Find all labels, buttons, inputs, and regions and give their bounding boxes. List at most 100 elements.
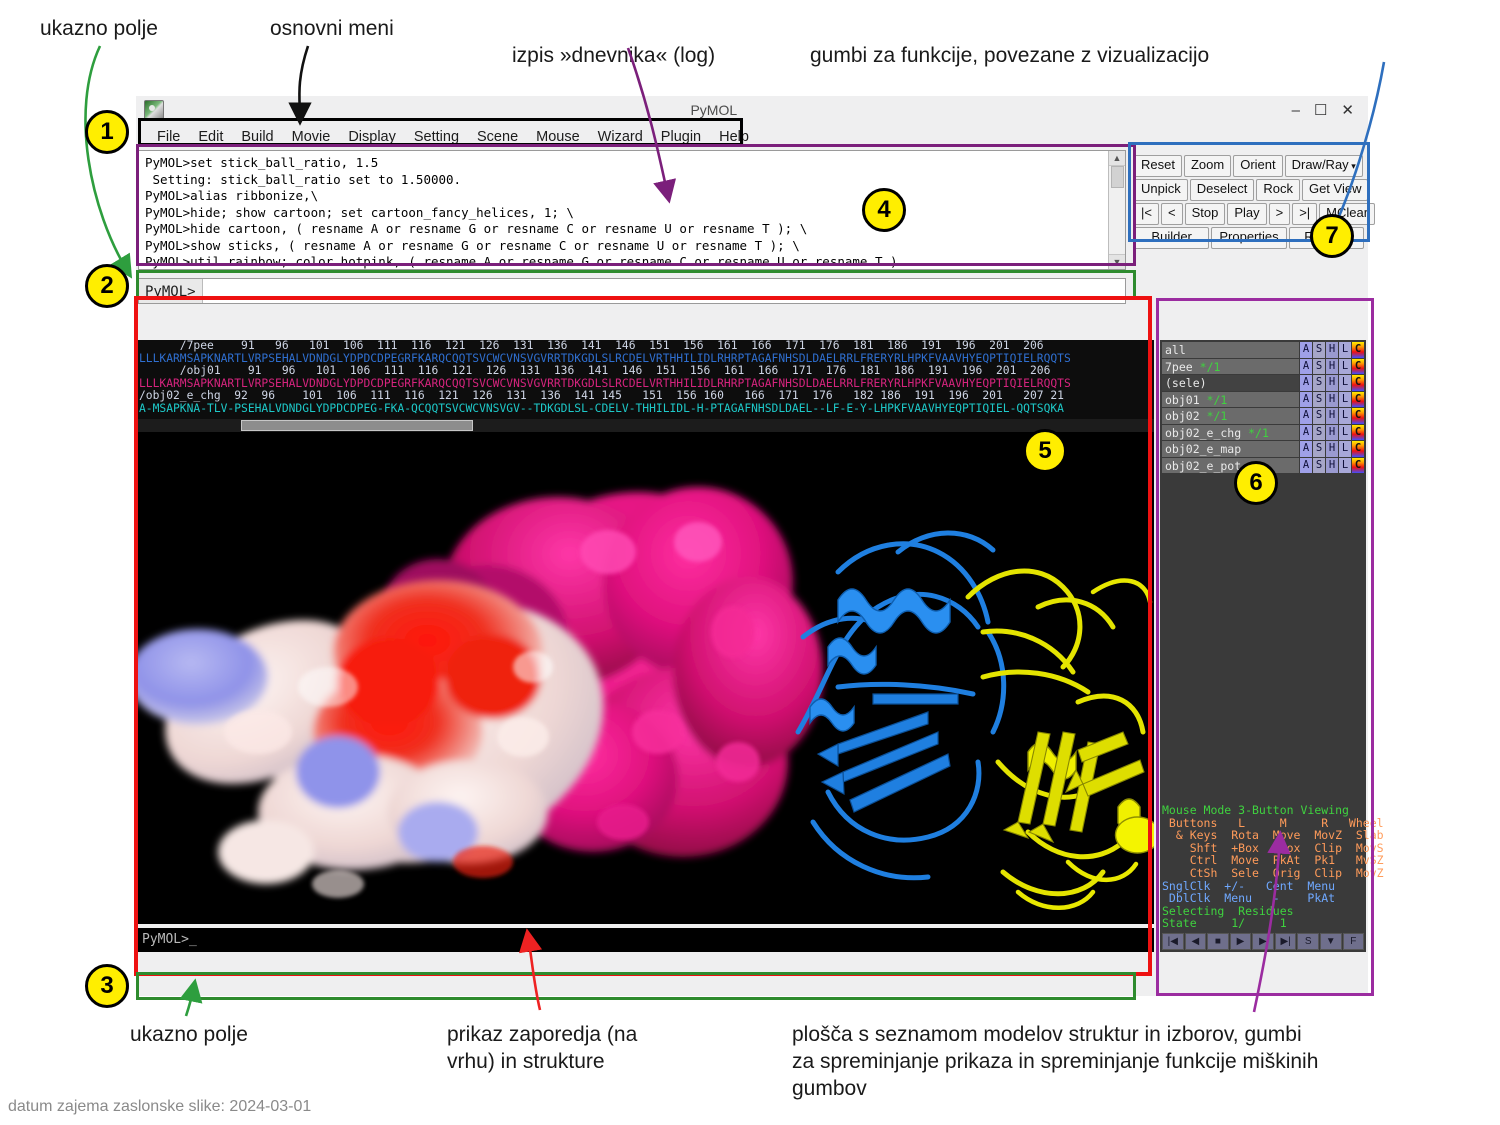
color-button[interactable]: C — [1351, 457, 1364, 473]
scroll-up-icon[interactable]: ▲ — [1109, 151, 1125, 166]
command-input-field[interactable] — [202, 279, 1125, 303]
object-name[interactable]: obj02_e_map — [1162, 441, 1299, 457]
object-row-7pee[interactable]: 7pee */1 A S H L C — [1162, 358, 1364, 374]
label-button[interactable]: L — [1338, 391, 1351, 407]
object-row-obj01[interactable]: obj01 */1 A S H L C — [1162, 391, 1364, 407]
rock-button[interactable]: Rock — [1256, 178, 1300, 201]
color-button[interactable]: C — [1351, 358, 1364, 374]
command-input-bottom[interactable]: PyMOL>_ — [138, 928, 1154, 952]
zoom-button[interactable]: Zoom — [1183, 155, 1232, 177]
show-button[interactable]: S — [1312, 375, 1325, 391]
draw-ray-button[interactable]: Draw/Ray — [1284, 155, 1363, 177]
movie-play-button[interactable]: Play — [1227, 202, 1267, 225]
object-row-sele[interactable]: (sele) A S H L C — [1162, 375, 1364, 391]
hide-button[interactable]: H — [1325, 441, 1338, 457]
movie-last-button[interactable]: >| — [1292, 202, 1318, 225]
menu-item-display[interactable]: Display — [339, 127, 405, 147]
get-view-button[interactable]: Get View — [1301, 178, 1369, 201]
movie-next-button[interactable]: > — [1268, 202, 1291, 225]
object-selection-panel[interactable]: all A S H L C 7pee */1 A S H L C (sele) — [1160, 340, 1384, 952]
menu-item-scene[interactable]: Scene — [468, 127, 527, 147]
hide-button[interactable]: H — [1325, 408, 1338, 424]
movie-stop-icon[interactable]: ■ — [1207, 933, 1229, 950]
hide-button[interactable]: H — [1325, 457, 1338, 473]
object-name[interactable]: all — [1162, 342, 1299, 358]
hide-button[interactable]: H — [1325, 342, 1338, 358]
reset-button[interactable]: Reset — [1134, 155, 1182, 177]
show-button[interactable]: S — [1312, 391, 1325, 407]
object-row-obj02[interactable]: obj02 */1 A S H L C — [1162, 408, 1364, 424]
label-button[interactable]: L — [1338, 375, 1351, 391]
actions-button[interactable]: A — [1299, 375, 1312, 391]
log-vertical-scrollbar[interactable]: ▲ ▼ — [1108, 151, 1125, 269]
menu-item-movie[interactable]: Movie — [283, 127, 340, 147]
structure-viewer[interactable]: /7pee 91 96 101 106 111 116 121 126 131 … — [138, 340, 1154, 924]
actions-button[interactable]: A — [1299, 441, 1312, 457]
label-button[interactable]: L — [1338, 441, 1351, 457]
scroll-down-icon[interactable]: ▼ — [1109, 254, 1125, 269]
color-button[interactable]: C — [1351, 342, 1364, 358]
unpick-button[interactable]: Unpick — [1134, 178, 1188, 201]
scrollbar-thumb[interactable] — [1110, 166, 1124, 188]
color-button[interactable]: C — [1351, 391, 1364, 407]
minimize-icon[interactable]: – — [1292, 103, 1300, 118]
scrollbar-thumb[interactable] — [241, 420, 473, 431]
object-row-obj02-e-map[interactable]: obj02_e_map A S H L C — [1162, 441, 1364, 457]
movie-first-button[interactable]: |< — [1134, 202, 1159, 225]
color-button[interactable]: C — [1351, 375, 1364, 391]
show-button[interactable]: S — [1312, 358, 1325, 374]
sequence-horizontal-scrollbar[interactable] — [138, 419, 1154, 432]
actions-button[interactable]: A — [1299, 457, 1312, 473]
actions-button[interactable]: A — [1299, 342, 1312, 358]
menu-item-mouse[interactable]: Mouse — [527, 127, 589, 147]
close-icon[interactable]: ✕ — [1341, 103, 1354, 118]
actions-button[interactable]: A — [1299, 391, 1312, 407]
show-button[interactable]: S — [1312, 342, 1325, 358]
show-button[interactable]: S — [1312, 424, 1325, 440]
actions-button[interactable]: A — [1299, 424, 1312, 440]
deselect-button[interactable]: Deselect — [1189, 178, 1255, 201]
movie-forward-icon[interactable]: ▶ — [1252, 933, 1274, 950]
movie-prev-button[interactable]: < — [1160, 202, 1183, 225]
label-button[interactable]: L — [1338, 358, 1351, 374]
menu-item-edit[interactable]: Edit — [189, 127, 232, 147]
orient-button[interactable]: Orient — [1233, 155, 1283, 177]
movie-s-button[interactable]: S — [1297, 933, 1319, 950]
color-button[interactable]: C — [1351, 408, 1364, 424]
menu-item-file[interactable]: File — [148, 127, 189, 147]
movie-menu-icon[interactable]: ▼ — [1319, 933, 1342, 950]
menu-item-setting[interactable]: Setting — [405, 127, 468, 147]
menu-item-wizard[interactable]: Wizard — [589, 127, 652, 147]
movie-last-icon[interactable]: ▶| — [1274, 933, 1297, 950]
movie-first-icon[interactable]: |◀ — [1162, 933, 1184, 950]
label-button[interactable]: L — [1338, 457, 1351, 473]
show-button[interactable]: S — [1312, 457, 1325, 473]
object-name[interactable]: obj01 */1 — [1162, 391, 1299, 407]
color-button[interactable]: C — [1351, 441, 1364, 457]
hide-button[interactable]: H — [1325, 391, 1338, 407]
object-row-obj02-e-chg[interactable]: obj02_e_chg */1 A S H L C — [1162, 424, 1364, 440]
actions-button[interactable]: A — [1299, 408, 1312, 424]
actions-button[interactable]: A — [1299, 358, 1312, 374]
label-button[interactable]: L — [1338, 342, 1351, 358]
label-button[interactable]: L — [1338, 424, 1351, 440]
hide-button[interactable]: H — [1325, 424, 1338, 440]
menu-item-help[interactable]: Help — [710, 127, 758, 147]
movie-f-button[interactable]: F — [1342, 933, 1365, 950]
sequence-row-obj02-e-chg[interactable]: A-MSAPKNA-TLV-PSEHALVDNDGLYDPDCDPEG-FKA-… — [139, 402, 1154, 416]
movie-stop-button[interactable]: Stop — [1184, 202, 1226, 225]
object-name[interactable]: 7pee */1 — [1162, 358, 1299, 374]
label-button[interactable]: L — [1338, 408, 1351, 424]
object-name[interactable]: obj02 */1 — [1162, 408, 1299, 424]
command-input-top[interactable]: PyMOL> — [138, 278, 1126, 304]
maximize-icon[interactable]: ☐ — [1314, 103, 1327, 118]
hide-button[interactable]: H — [1325, 358, 1338, 374]
color-button[interactable]: C — [1351, 424, 1364, 440]
properties-button[interactable]: Properties — [1211, 226, 1287, 249]
movie-rewind-icon[interactable]: ◀ — [1184, 933, 1207, 950]
object-name[interactable]: obj02_e_pot — [1162, 457, 1299, 473]
show-button[interactable]: S — [1312, 408, 1325, 424]
hide-button[interactable]: H — [1325, 375, 1338, 391]
builder-button[interactable]: Builder — [1134, 226, 1210, 249]
movie-play-icon[interactable]: ▶ — [1229, 933, 1252, 950]
